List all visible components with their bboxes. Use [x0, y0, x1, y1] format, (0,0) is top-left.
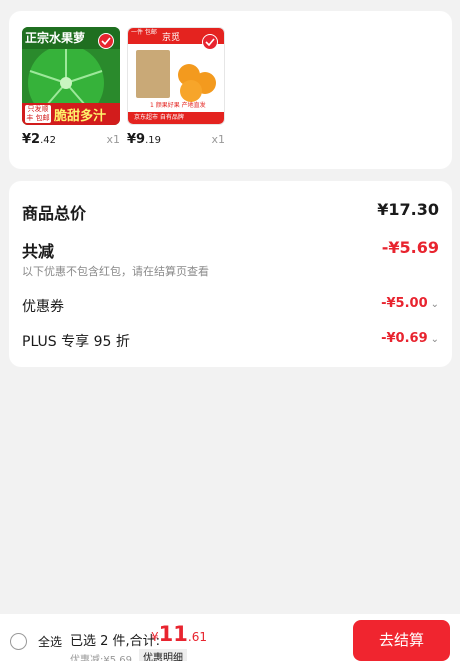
- item-price: ¥2.42: [22, 132, 56, 147]
- product-image[interactable]: 一件 包邮 京觅 1 颜果好果 产地直发 京东超市 自有品牌: [127, 27, 225, 125]
- image-shipping-text: 一件 包邮: [131, 29, 157, 36]
- total-price-value: ¥17.30: [377, 200, 439, 219]
- total-price-row: 商品总价 ¥17.30: [22, 200, 439, 223]
- selected-count-text: 已选 2 件,合计:: [70, 634, 161, 649]
- reduction-note: 以下优惠不包含红包，请在结算页查看: [22, 265, 209, 278]
- select-all-label[interactable]: 全选: [38, 633, 62, 650]
- chevron-down-icon: ⌄: [430, 334, 439, 345]
- fruit-box-illustration: [136, 50, 170, 98]
- image-footer: 京东超市 自有品牌: [128, 112, 224, 124]
- selected-check-icon[interactable]: [202, 34, 218, 50]
- shipping-tag: 只发顺丰 包邮: [25, 105, 51, 123]
- selected-check-icon[interactable]: [98, 33, 114, 49]
- select-all-radio[interactable]: [10, 633, 27, 650]
- checkout-button[interactable]: 去结算: [353, 620, 450, 661]
- cart-total: ¥11.61: [151, 622, 207, 646]
- reduction-value: -¥5.69: [381, 238, 439, 257]
- price-summary-card: 商品总价 ¥17.30 共减 -¥5.69 以下优惠不包含红包，请在结算页查看 …: [9, 181, 452, 367]
- checkout-bar: 全选 已选 2 件,合计: ¥11.61 优惠减:¥5.69 优惠明细 去结算: [0, 614, 460, 661]
- image-slogan: 脆甜多汁: [54, 109, 107, 124]
- coupon-value[interactable]: -¥5.00 ⌄: [381, 296, 439, 311]
- plus-discount-value[interactable]: -¥0.69 ⌄: [381, 331, 439, 346]
- item-quantity: x1: [211, 133, 225, 146]
- item-price: ¥9.19: [127, 132, 161, 147]
- image-banner: 只发顺丰 包邮 脆甜多汁: [22, 103, 120, 125]
- brand-logo: 京觅: [162, 33, 181, 43]
- product-image[interactable]: 正宗水果萝 只发顺丰 包邮 脆甜多汁: [22, 27, 120, 125]
- item-quantity: x1: [106, 133, 120, 146]
- plus-discount-row[interactable]: PLUS 专享 95 折 -¥0.69 ⌄: [22, 331, 439, 351]
- total-price-label: 商品总价: [22, 204, 87, 223]
- image-ribbon: 1 颜果好果 产地直发: [150, 102, 206, 109]
- chevron-down-icon: ⌄: [430, 299, 439, 310]
- cart-item[interactable]: 正宗水果萝 只发顺丰 包邮 脆甜多汁 ¥2.42 x1: [22, 27, 120, 147]
- cart-products-card: 正宗水果萝 只发顺丰 包邮 脆甜多汁 ¥2.42 x1 一件 包邮 京觅 1 颜…: [9, 11, 452, 169]
- plus-discount-label: PLUS 专享 95 折: [22, 334, 130, 350]
- discount-detail-button[interactable]: 优惠明细: [139, 649, 187, 661]
- coupon-label: 优惠券: [22, 299, 64, 315]
- coupon-row[interactable]: 优惠券 -¥5.00 ⌄: [22, 296, 439, 316]
- discount-summary: 优惠减:¥5.69: [70, 655, 132, 661]
- orange-illustration: [180, 80, 202, 102]
- reduction-label: 共减: [22, 242, 55, 261]
- cart-item[interactable]: 一件 包邮 京觅 1 颜果好果 产地直发 京东超市 自有品牌 ¥9.19 x1: [127, 27, 225, 147]
- reduction-row: 共减 -¥5.69: [22, 238, 439, 261]
